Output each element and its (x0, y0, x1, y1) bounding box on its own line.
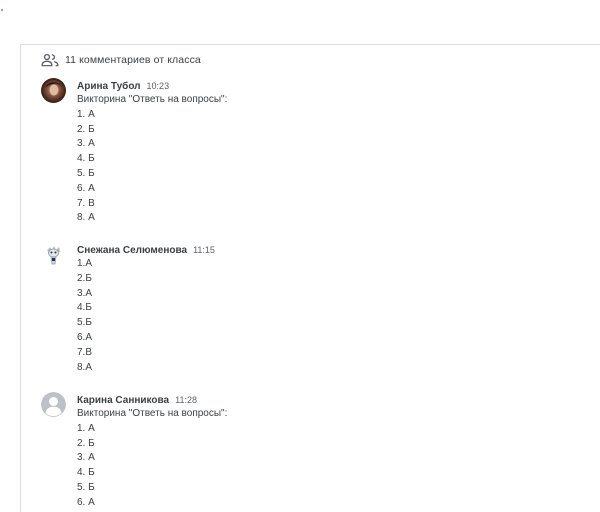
comment-line: 8.А (77, 361, 93, 373)
comment-meta: Арина Тубол 10:23 (77, 78, 577, 92)
people-icon (41, 53, 59, 67)
comment-line: Викторина "Ответь на вопросы": (77, 94, 228, 105)
avatar[interactable] (41, 392, 66, 417)
comments-count-label: 11 комментариев от класса (65, 54, 201, 66)
comment-author: Карина Санникова (77, 395, 170, 406)
comment-line: 5. Б (77, 167, 95, 179)
comment-line: 1.А (77, 258, 93, 269)
comment-meta: Карина Санникова 11:28 (77, 392, 577, 406)
comment-body: Арина Тубол 10:23 Викторина "Ответь на во… (77, 78, 577, 226)
comment-author: Арина Тубол (77, 81, 141, 92)
comment-line: 8. А (77, 212, 95, 224)
top-bar-marker (1, 9, 3, 11)
comment-author: Снежана Селюменова (77, 245, 188, 256)
comment-body: Карина Санникова 11:28 Викторина "Ответь … (77, 392, 577, 511)
comment-line: Викторина "Ответь на вопросы": (77, 408, 228, 419)
avatar[interactable] (41, 242, 66, 267)
comment-line: 3. А (77, 138, 95, 150)
class-comments-header[interactable]: 11 комментариев от класса (41, 51, 201, 69)
comment-line: 5. Б (77, 481, 95, 493)
comment-meta: Снежана Селюменова 11:15 (77, 242, 577, 256)
class-comments-card: 11 комментариев от класса Арина Тубол 10… (20, 44, 600, 512)
top-bar (0, 0, 600, 44)
comment-line: 6. А (77, 182, 95, 194)
avatar-photo-icon (41, 78, 66, 103)
comment-line: 3.А (77, 287, 93, 299)
avatar-character-icon (41, 242, 66, 267)
comment-line: 1. А (77, 108, 95, 120)
default-avatar-icon (41, 392, 66, 417)
comment-line: 5.Б (77, 317, 92, 329)
comment-line: 2. Б (77, 437, 95, 449)
comment-line: 2. Б (77, 123, 95, 135)
comment-line: 6. А (77, 496, 95, 508)
comment-line: 4. Б (77, 467, 95, 479)
comment-line: 3. А (77, 452, 95, 464)
comment-line: 4.Б (77, 302, 92, 314)
comment-line: 7. В (77, 197, 95, 209)
comment-time: 11:15 (193, 245, 215, 255)
comment-line: 4. Б (77, 153, 95, 165)
comment-time: 10:23 (146, 81, 170, 91)
comment-time: 11:28 (175, 395, 197, 405)
comment-line: 7.В (77, 346, 93, 358)
comment-line: 1. А (77, 422, 95, 434)
comment-line: 2.Б (77, 272, 92, 284)
avatar[interactable] (41, 78, 66, 103)
comment-body: Снежана Селюменова 11:15 1.А 2.Б 3.А 4.Б … (77, 242, 577, 375)
comment-line: 6.А (77, 331, 93, 343)
